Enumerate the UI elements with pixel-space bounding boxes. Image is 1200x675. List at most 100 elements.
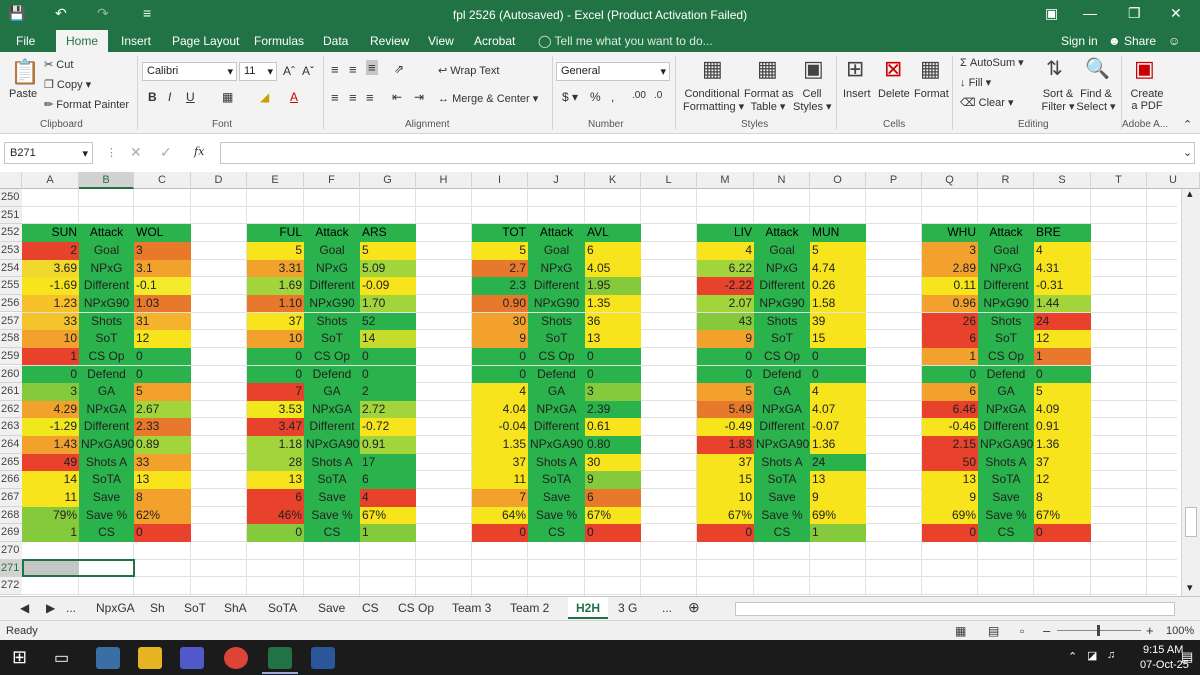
stat-cell[interactable]: 1.10 (247, 294, 304, 313)
block-header-cell[interactable]: SUN (22, 224, 79, 242)
stat-cell[interactable]: 46% (247, 506, 304, 525)
stat-cell[interactable]: 30 (472, 312, 528, 331)
stat-cell[interactable]: Different (528, 418, 585, 437)
block-header-cell[interactable]: FUL (247, 224, 304, 242)
stat-cell[interactable]: Shots (754, 312, 810, 331)
horizontal-scrollbar[interactable] (735, 602, 1175, 616)
stat-cell[interactable]: Save (528, 489, 585, 507)
borders-icon[interactable]: ▦ (222, 90, 233, 104)
block-header-cell[interactable]: TOT (472, 224, 528, 242)
stat-cell[interactable]: 67% (585, 506, 641, 525)
column-header[interactable]: L (641, 172, 697, 189)
spreadsheet-grid[interactable]: 250 251 252 253 254 255 256 257 258 259 260 261 262 2… (0, 189, 1200, 596)
name-box[interactable]: B271 ▾ (4, 142, 93, 164)
chrome-icon[interactable] (224, 647, 248, 669)
stat-cell[interactable]: 4 (360, 489, 416, 507)
stat-cell[interactable]: 67% (697, 506, 754, 525)
stat-cell[interactable]: 6 (360, 471, 416, 489)
stat-cell[interactable]: Save % (79, 506, 134, 525)
sheet-tab-ellipsis[interactable]: ... (66, 601, 76, 615)
increase-decimal-icon[interactable]: .00 (632, 90, 646, 101)
stat-cell[interactable]: 0.91 (360, 436, 416, 454)
number-format-select[interactable]: General ▾ (556, 62, 670, 81)
stat-cell[interactable]: NPxG90 (754, 294, 810, 313)
stat-cell[interactable]: -0.04 (472, 418, 528, 437)
stat-cell[interactable]: 6.46 (922, 400, 978, 419)
paste-icon[interactable]: 📋 (10, 58, 40, 87)
stat-cell[interactable]: CS (528, 524, 585, 542)
vertical-scrollbar[interactable]: ▴ ▾ (1181, 189, 1200, 596)
stat-cell[interactable]: 0 (247, 524, 304, 542)
wrap-text-button[interactable]: ↩ Wrap Text (438, 64, 499, 77)
stat-cell[interactable]: 0.89 (134, 436, 191, 454)
stat-cell[interactable]: NPxGA (79, 400, 134, 419)
stat-cell[interactable]: Save % (754, 506, 810, 525)
row-header[interactable]: 254 (0, 259, 22, 278)
stat-cell[interactable]: GA (978, 383, 1034, 401)
stat-cell[interactable]: 0 (247, 365, 304, 384)
sheet-tab[interactable]: H2H (568, 597, 609, 619)
stat-cell[interactable]: 49 (22, 453, 79, 472)
stat-cell[interactable]: 6 (922, 330, 978, 348)
stat-cell[interactable]: 0 (472, 347, 528, 366)
stat-cell[interactable]: 0 (810, 347, 866, 366)
stat-cell[interactable]: 1.70 (360, 294, 416, 313)
stat-cell[interactable]: 4.31 (1034, 259, 1091, 278)
column-header[interactable]: F (304, 172, 360, 189)
stat-cell[interactable]: 6 (585, 489, 641, 507)
align-right-icon[interactable]: ≡ (366, 90, 374, 105)
stat-cell[interactable]: 5 (360, 241, 416, 260)
stat-cell[interactable]: 3 (922, 241, 978, 260)
formula-input[interactable] (220, 142, 1195, 164)
stat-cell[interactable]: 1 (360, 524, 416, 542)
stat-cell[interactable]: NPxGA (528, 400, 585, 419)
stat-cell[interactable]: 0 (1034, 524, 1091, 542)
column-header[interactable]: S (1034, 172, 1091, 189)
block-header-cell[interactable]: MUN (810, 224, 866, 242)
stat-cell[interactable]: NPxG (304, 259, 360, 278)
stat-cell[interactable]: 67% (1034, 506, 1091, 525)
stat-cell[interactable]: 2.33 (134, 418, 191, 437)
stat-cell[interactable]: SoTA (754, 471, 810, 489)
stat-cell[interactable]: 64% (472, 506, 528, 525)
stat-cell[interactable]: 1 (1034, 347, 1091, 366)
stat-cell[interactable]: 36 (585, 312, 641, 331)
tab-file[interactable]: File (16, 34, 35, 48)
sheet-tab[interactable]: ShA (224, 601, 247, 615)
stat-cell[interactable]: -0.46 (922, 418, 978, 437)
row-header[interactable]: 269 (0, 524, 22, 542)
row-header[interactable]: 265 (0, 453, 22, 472)
stat-cell[interactable]: NPxG90 (304, 294, 360, 313)
stat-cell[interactable]: 9 (922, 489, 978, 507)
stat-cell[interactable]: 1.58 (810, 294, 866, 313)
stat-cell[interactable]: 14 (360, 330, 416, 348)
stat-cell[interactable]: NPxG (754, 259, 810, 278)
stat-cell[interactable]: 3 (22, 383, 79, 401)
stat-cell[interactable]: -0.31 (1034, 277, 1091, 295)
tab-formulas[interactable]: Formulas (254, 34, 304, 48)
stat-cell[interactable]: NPxGA90 (79, 436, 134, 454)
bold-icon[interactable]: B (148, 90, 157, 104)
stat-cell[interactable]: 4.07 (810, 400, 866, 419)
stat-cell[interactable]: 1.83 (697, 436, 754, 454)
stat-cell[interactable]: Save % (528, 506, 585, 525)
stat-cell[interactable]: 30 (585, 453, 641, 472)
stat-cell[interactable]: CS (79, 524, 134, 542)
stat-cell[interactable]: -1.69 (22, 277, 79, 295)
stat-cell[interactable]: Different (304, 277, 360, 295)
sheet-tab-ellipsis[interactable]: ... (662, 601, 672, 615)
sheet-tab[interactable]: 3 G (618, 601, 637, 615)
stat-cell[interactable]: CS Op (79, 347, 134, 366)
ribbon-display-icon[interactable]: ▣ (1045, 5, 1058, 22)
align-left-icon[interactable]: ≡ (331, 90, 339, 105)
sign-in-link[interactable]: Sign in (1061, 34, 1098, 48)
stat-cell[interactable]: GA (304, 383, 360, 401)
stat-cell[interactable]: 0.96 (922, 294, 978, 313)
tab-view[interactable]: View (428, 34, 454, 48)
row-header[interactable]: 263 (0, 418, 22, 437)
stat-cell[interactable]: Save (79, 489, 134, 507)
stat-cell[interactable]: 8 (1034, 489, 1091, 507)
tray-chevron-icon[interactable]: ⌃ (1068, 650, 1077, 663)
stat-cell[interactable]: 0 (22, 365, 79, 384)
stat-cell[interactable]: Save (754, 489, 810, 507)
